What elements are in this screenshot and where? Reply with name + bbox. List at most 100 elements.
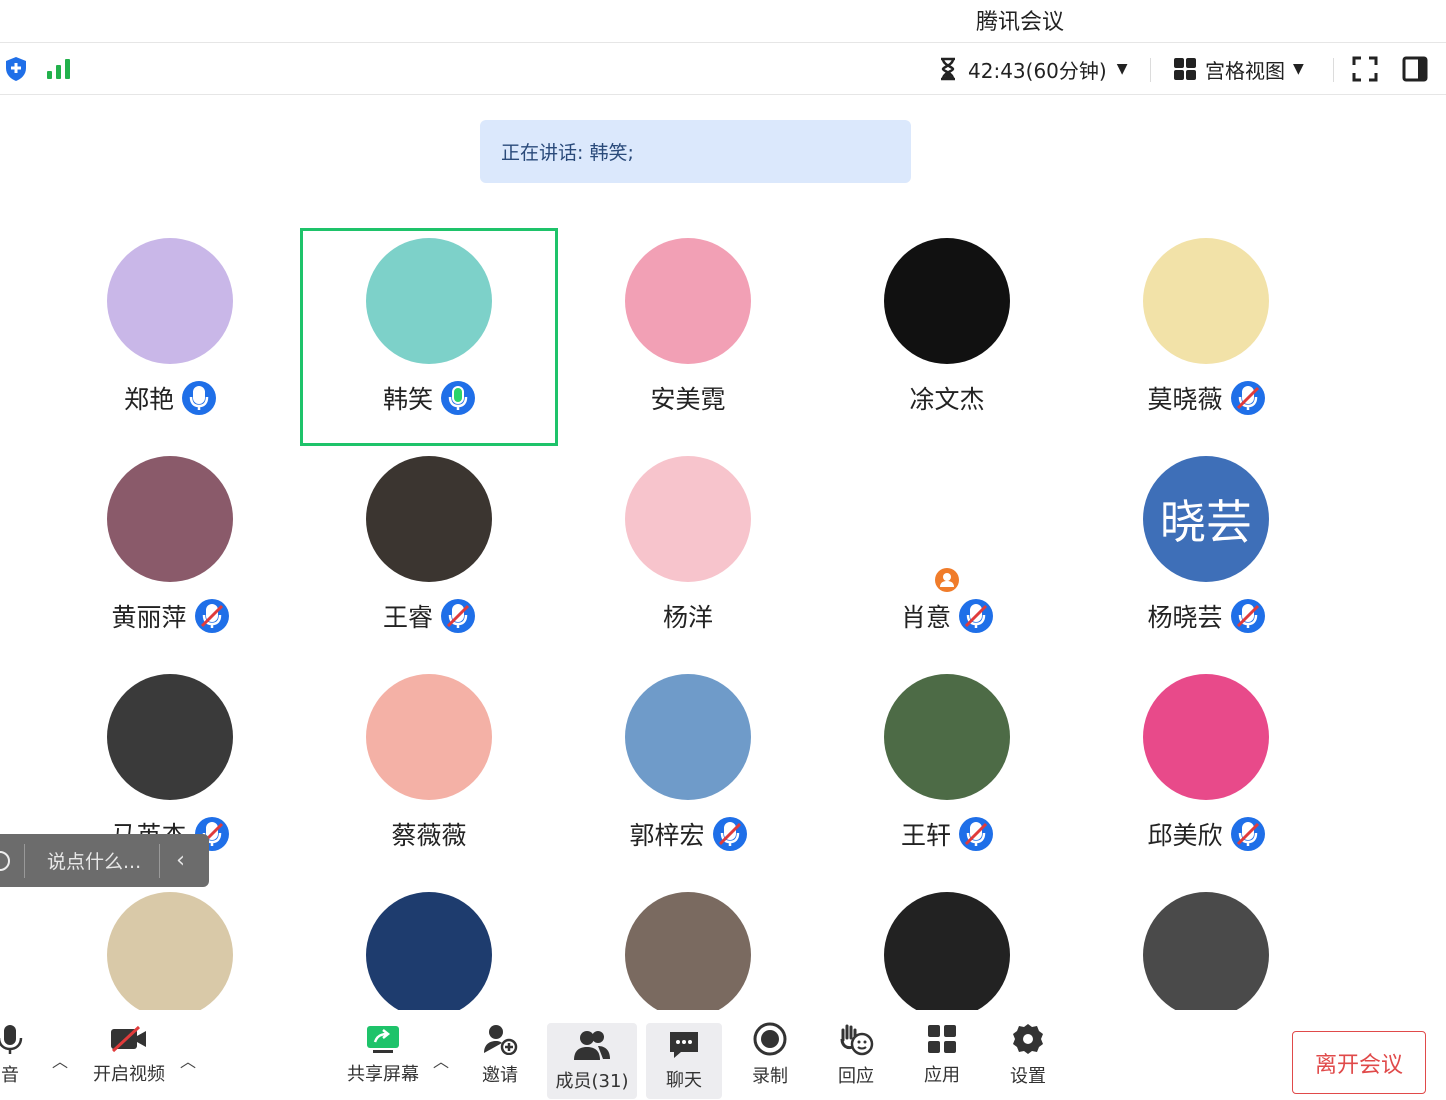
record-button[interactable]: 录制 xyxy=(740,1010,800,1099)
avatar xyxy=(1143,892,1269,1018)
participant-tile[interactable]: 郑艳 xyxy=(41,228,299,446)
avatar xyxy=(625,892,751,1018)
members-button[interactable]: 成员(31) xyxy=(547,1023,637,1099)
timer-text: 42:43(60分钟) xyxy=(968,58,1107,83)
chat-bubble-icon xyxy=(670,1032,698,1058)
record-label: 录制 xyxy=(752,1065,788,1087)
divider xyxy=(1150,58,1151,82)
audio-options-chevron-icon[interactable]: ︿ xyxy=(52,1048,68,1072)
security-shield-icon[interactable] xyxy=(4,44,28,94)
participant-name-row: 王轩 xyxy=(818,814,1076,854)
reaction-hand-icon xyxy=(840,1024,874,1055)
participant-name: 杨洋 xyxy=(662,603,713,632)
start-video-label: 开启视频 xyxy=(93,1063,165,1085)
participant-tile[interactable]: 晓芸杨晓芸 xyxy=(1077,446,1335,664)
participant-tile[interactable]: 王轩 xyxy=(818,664,1076,882)
participant-tile[interactable]: 韩笑 xyxy=(300,228,558,446)
participant-name: 王轩 xyxy=(900,821,951,850)
invite-button[interactable]: 邀请 xyxy=(470,1010,530,1099)
grid-view-icon xyxy=(1174,58,1196,80)
avatar xyxy=(1143,674,1269,800)
participant-tile[interactable]: 杨洋 xyxy=(559,446,817,664)
participant-name-row: 韩笑 xyxy=(300,378,558,418)
title-bar: 腾讯会议 xyxy=(0,0,1446,43)
participant-name-row: 郑艳 xyxy=(41,378,299,418)
avatar-initials: 晓芸 xyxy=(1160,495,1252,549)
add-user-icon xyxy=(484,1024,518,1055)
avatar xyxy=(366,892,492,1018)
avatar xyxy=(625,674,751,800)
meeting-timer[interactable]: 42:43(60分钟) ▼ xyxy=(938,44,1127,94)
record-icon xyxy=(753,1022,787,1055)
settings-button[interactable]: 设置 xyxy=(998,1010,1058,1099)
share-screen-button[interactable]: 共享屏幕 xyxy=(336,1010,430,1099)
mic-muted-icon xyxy=(712,817,747,851)
participant-name-row: 安美霓 xyxy=(559,378,817,418)
settings-label: 设置 xyxy=(1010,1065,1046,1087)
video-options-chevron-icon[interactable]: ︿ xyxy=(180,1048,196,1072)
mic-muted-icon xyxy=(1230,817,1265,851)
chevron-down-icon: ▼ xyxy=(1293,61,1304,77)
participant-tile[interactable]: 安美霓 xyxy=(559,228,817,446)
participant-name: 黄丽萍 xyxy=(111,603,187,632)
avatar xyxy=(625,456,751,582)
bottom-control-bar: 音 开启视频 共享屏幕 邀请 成员(31) 聊天 录制 回应 应用 设置 xyxy=(0,1010,1446,1099)
chat-label: 聊天 xyxy=(666,1070,702,1091)
chat-button[interactable]: 聊天 xyxy=(646,1023,722,1099)
react-label: 回应 xyxy=(838,1065,874,1087)
participant-name-row: 莫晓薇 xyxy=(1077,378,1335,418)
start-video-button[interactable]: 开启视频 xyxy=(82,1010,176,1099)
chat-placeholder[interactable]: 说点什么... xyxy=(47,847,141,874)
user-badge-icon xyxy=(935,568,959,592)
members-label: 成员(31) xyxy=(555,1071,629,1092)
signal-strength-icon[interactable] xyxy=(46,44,72,94)
share-screen-icon xyxy=(367,1025,399,1053)
participant-tile[interactable]: 王睿 xyxy=(300,446,558,664)
chevron-down-icon: ▼ xyxy=(1116,61,1128,77)
camera-off-icon xyxy=(111,1025,146,1052)
participant-name: 郑艳 xyxy=(123,385,174,414)
avatar xyxy=(366,238,492,364)
avatar xyxy=(884,238,1010,364)
participant-tile[interactable]: 肖意 xyxy=(818,446,1076,664)
audio-button[interactable]: 音 xyxy=(0,1010,38,1099)
participant-name-row: 肖意 xyxy=(818,596,1076,636)
participant-tile[interactable]: 莫晓薇 xyxy=(1077,228,1335,446)
react-button[interactable]: 回应 xyxy=(826,1010,886,1099)
participant-tile[interactable]: 蔡薇薇 xyxy=(300,664,558,882)
participant-name-row: 邱美欣 xyxy=(1077,814,1335,854)
emoji-icon[interactable] xyxy=(0,850,14,872)
participant-name: 邱美欣 xyxy=(1147,821,1223,850)
apps-label: 应用 xyxy=(924,1064,960,1086)
divider xyxy=(159,843,161,878)
view-mode-dropdown[interactable]: 宫格视图 ▼ xyxy=(1173,44,1304,94)
participant-name: 肖意 xyxy=(900,603,951,632)
mic-muted-icon xyxy=(959,817,993,851)
avatar xyxy=(107,892,233,1018)
avatar xyxy=(107,674,233,800)
participant-name-row: 杨洋 xyxy=(559,596,817,636)
participant-name-row: 王睿 xyxy=(300,596,558,636)
avatar xyxy=(884,674,1010,800)
hourglass-icon xyxy=(941,57,955,81)
avatar: 晓芸 xyxy=(1143,456,1269,582)
participant-tile[interactable]: 邱美欣 xyxy=(1077,664,1335,882)
participant-name: 王睿 xyxy=(382,603,433,632)
participant-tile[interactable]: 凃文杰 xyxy=(818,228,1076,446)
apps-button[interactable]: 应用 xyxy=(912,1010,972,1099)
microphone-icon xyxy=(0,1024,23,1054)
fullscreen-icon[interactable] xyxy=(1352,44,1378,94)
chat-input-bubble[interactable]: 说点什么... ‹ xyxy=(0,834,209,887)
participant-name: 杨晓芸 xyxy=(1147,603,1223,632)
side-panel-icon[interactable] xyxy=(1402,44,1428,94)
collapse-chevron-icon[interactable]: ‹ xyxy=(176,848,185,873)
participant-name: 韩笑 xyxy=(382,385,433,414)
participant-tile[interactable]: 郭梓宏 xyxy=(559,664,817,882)
share-options-chevron-icon[interactable]: ︿ xyxy=(433,1048,449,1072)
gear-icon xyxy=(1013,1023,1043,1054)
divider xyxy=(24,843,25,878)
leave-meeting-button[interactable]: 离开会议 xyxy=(1292,1031,1426,1094)
avatar xyxy=(107,238,233,364)
participant-tile[interactable]: 黄丽萍 xyxy=(41,446,299,664)
avatar xyxy=(625,238,751,364)
